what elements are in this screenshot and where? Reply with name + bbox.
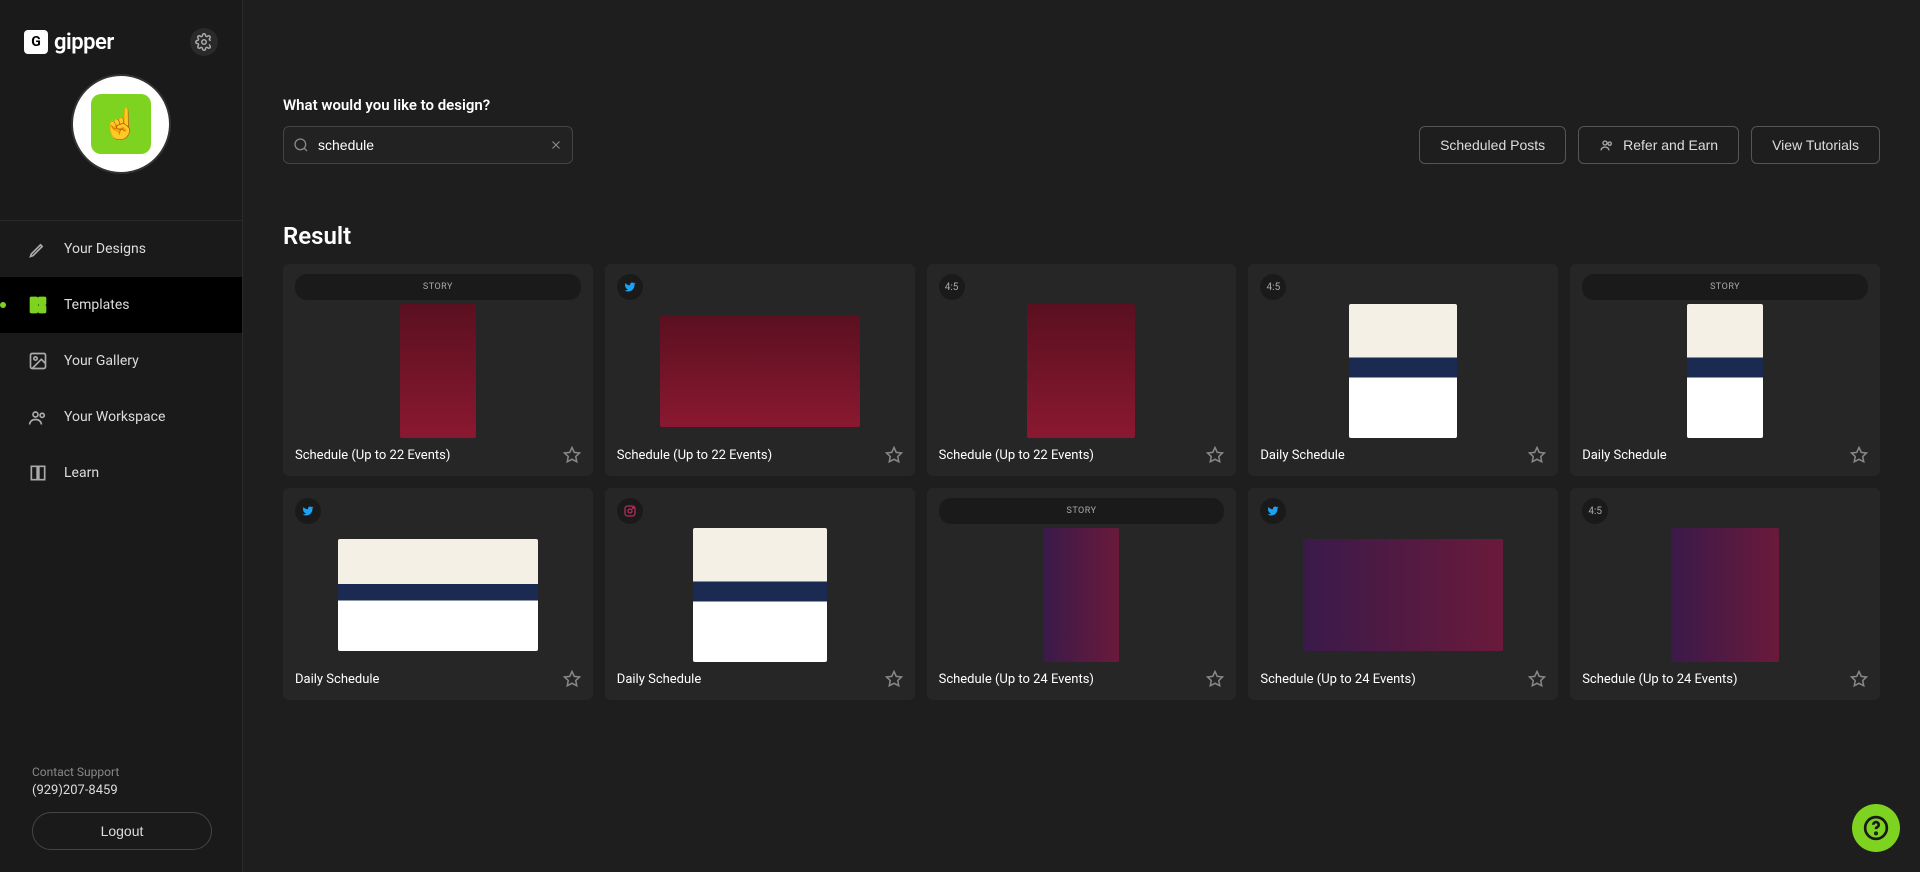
- help-icon: [1863, 815, 1889, 841]
- results-heading: Result: [283, 222, 1880, 250]
- favorite-star-icon[interactable]: [1850, 446, 1868, 464]
- user-avatar[interactable]: ☝: [71, 74, 171, 174]
- template-thumbnail: [1260, 528, 1546, 662]
- brand-name: gipper: [54, 30, 114, 55]
- search-prompt: What would you like to design?: [283, 96, 573, 114]
- template-card[interactable]: 4:5 Daily Schedule: [1248, 264, 1558, 476]
- aspect-badge: STORY: [939, 498, 1225, 524]
- nav-label: Learn: [64, 465, 99, 481]
- templates-icon: [28, 295, 48, 315]
- favorite-star-icon[interactable]: [885, 446, 903, 464]
- sidebar-item-learn[interactable]: Learn: [0, 445, 242, 501]
- sidebar-item-your-designs[interactable]: Your Designs: [0, 221, 242, 277]
- aspect-badge: STORY: [1582, 274, 1868, 300]
- aspect-badge: 4:5: [1582, 498, 1608, 524]
- favorite-star-icon[interactable]: [563, 446, 581, 464]
- aspect-badge: 4:5: [939, 274, 965, 300]
- brand-mark: G: [24, 30, 48, 54]
- clear-search-icon[interactable]: [549, 138, 563, 152]
- avatar-glyph: ☝: [91, 94, 151, 154]
- sidebar-item-templates[interactable]: Templates: [0, 277, 242, 333]
- favorite-star-icon[interactable]: [1850, 670, 1868, 688]
- image-icon: [28, 351, 48, 371]
- template-card[interactable]: Daily Schedule: [605, 488, 915, 700]
- favorite-star-icon[interactable]: [1206, 446, 1224, 464]
- logout-button[interactable]: Logout: [32, 812, 212, 850]
- book-icon: [28, 463, 48, 483]
- nav-label: Templates: [64, 297, 130, 313]
- template-thumbnail: [295, 304, 581, 438]
- template-card[interactable]: STORY Schedule (Up to 24 Events): [927, 488, 1237, 700]
- template-title: Daily Schedule: [295, 672, 379, 687]
- template-card[interactable]: STORY Daily Schedule: [1570, 264, 1880, 476]
- template-card[interactable]: Schedule (Up to 22 Events): [605, 264, 915, 476]
- nav-label: Your Gallery: [64, 353, 139, 369]
- aspect-badge: [617, 498, 643, 524]
- template-title: Daily Schedule: [617, 672, 701, 687]
- template-thumbnail: [939, 528, 1225, 662]
- pencil-icon: [28, 239, 48, 259]
- aspect-badge: [295, 498, 321, 524]
- results-grid: STORY Schedule (Up to 22 Events) Schedule …: [283, 264, 1880, 700]
- template-card[interactable]: 4:5 Schedule (Up to 22 Events): [927, 264, 1237, 476]
- favorite-star-icon[interactable]: [885, 670, 903, 688]
- template-thumbnail: [1260, 304, 1546, 438]
- template-thumbnail: [939, 304, 1225, 438]
- sidebar-item-your-workspace[interactable]: Your Workspace: [0, 389, 242, 445]
- template-card[interactable]: Daily Schedule: [283, 488, 593, 700]
- sidebar-nav: Your Designs Templates Your Gallery Your Wo…: [0, 220, 242, 753]
- users-icon: [28, 407, 48, 427]
- sidebar: G gipper ☝ Your Designs Templates Your Gal…: [0, 0, 243, 872]
- scheduled-posts-button[interactable]: Scheduled Posts: [1419, 126, 1566, 164]
- help-fab[interactable]: [1852, 804, 1900, 852]
- search-wrapper: [283, 126, 573, 164]
- template-card[interactable]: STORY Schedule (Up to 22 Events): [283, 264, 593, 476]
- aspect-badge: 4:5: [1260, 274, 1286, 300]
- template-title: Daily Schedule: [1260, 448, 1344, 463]
- favorite-star-icon[interactable]: [1528, 446, 1546, 464]
- template-thumbnail: [1582, 528, 1868, 662]
- search-input[interactable]: [283, 126, 573, 164]
- aspect-badge: STORY: [295, 274, 581, 300]
- support-phone[interactable]: (929)207-8459: [32, 783, 210, 798]
- favorite-star-icon[interactable]: [563, 670, 581, 688]
- template-title: Schedule (Up to 24 Events): [939, 672, 1094, 687]
- template-title: Schedule (Up to 24 Events): [1582, 672, 1737, 687]
- refer-and-earn-button[interactable]: Refer and Earn: [1578, 126, 1739, 164]
- template-title: Schedule (Up to 22 Events): [939, 448, 1094, 463]
- aspect-badge: [617, 274, 643, 300]
- settings-button[interactable]: [190, 28, 218, 56]
- aspect-badge: [1260, 498, 1286, 524]
- template-card[interactable]: 4:5 Schedule (Up to 24 Events): [1570, 488, 1880, 700]
- template-title: Schedule (Up to 24 Events): [1260, 672, 1415, 687]
- sidebar-item-your-gallery[interactable]: Your Gallery: [0, 333, 242, 389]
- main-content: What would you like to design? Scheduled…: [243, 0, 1920, 872]
- favorite-star-icon[interactable]: [1528, 670, 1546, 688]
- nav-label: Your Workspace: [64, 409, 165, 425]
- template-thumbnail: [295, 528, 581, 662]
- template-title: Schedule (Up to 22 Events): [295, 448, 450, 463]
- template-thumbnail: [617, 528, 903, 662]
- nav-label: Your Designs: [64, 241, 146, 257]
- template-thumbnail: [617, 304, 903, 438]
- support-label: Contact Support: [32, 765, 210, 779]
- template-card[interactable]: Schedule (Up to 24 Events): [1248, 488, 1558, 700]
- template-title: Schedule (Up to 22 Events): [617, 448, 772, 463]
- users-small-icon: [1599, 137, 1615, 153]
- view-tutorials-button[interactable]: View Tutorials: [1751, 126, 1880, 164]
- template-title: Daily Schedule: [1582, 448, 1666, 463]
- favorite-star-icon[interactable]: [1206, 670, 1224, 688]
- brand-logo[interactable]: G gipper: [24, 30, 114, 55]
- gear-icon: [195, 33, 213, 51]
- template-thumbnail: [1582, 304, 1868, 438]
- search-icon: [293, 137, 309, 153]
